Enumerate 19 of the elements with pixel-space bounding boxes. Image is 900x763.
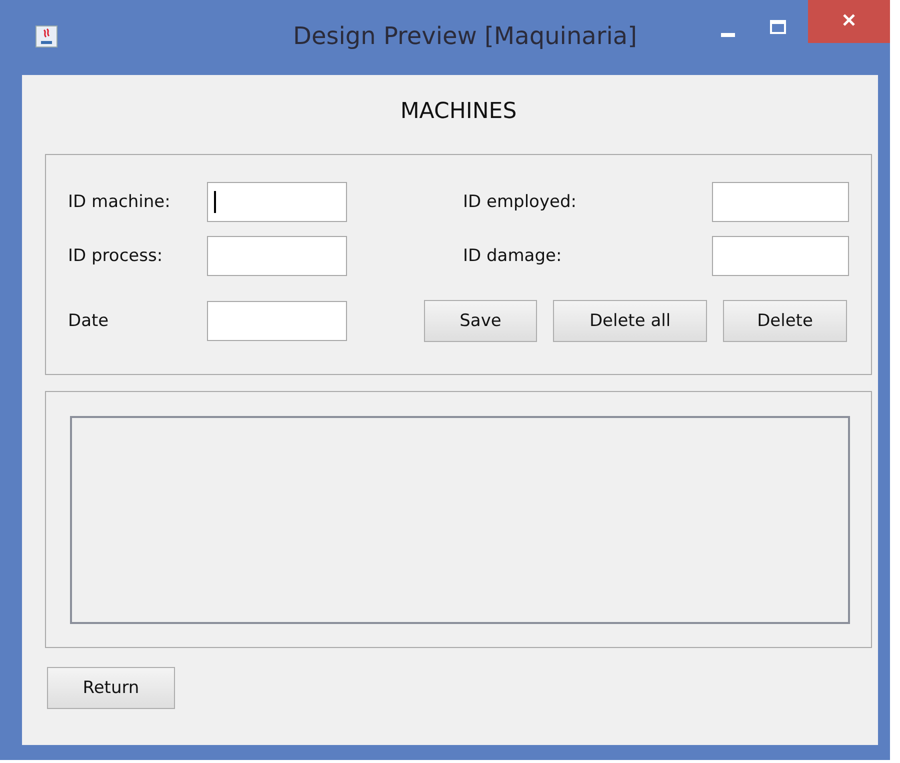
- action-button[interactable]: Delete: [723, 300, 847, 342]
- field-label: ID employed:: [463, 192, 578, 212]
- field-label: ID process:: [68, 246, 164, 266]
- field-label: ID damage:: [463, 246, 563, 266]
- action-button[interactable]: Save: [424, 300, 537, 342]
- input-field[interactable]: [712, 236, 849, 276]
- input-field[interactable]: [207, 182, 347, 222]
- window-title: Design Preview [Maquinaria]: [292, 22, 638, 50]
- field-label: Date: [68, 311, 110, 331]
- input-field[interactable]: [207, 236, 347, 276]
- return-button[interactable]: Return: [47, 667, 175, 709]
- field-label: ID machine:: [68, 192, 172, 212]
- input-field[interactable]: [712, 182, 849, 222]
- close-button[interactable]: [808, 0, 890, 43]
- app-icon: [35, 25, 58, 48]
- input-field[interactable]: [207, 301, 347, 341]
- action-button[interactable]: Delete all: [553, 300, 707, 342]
- form-heading: MACHINES: [400, 99, 517, 124]
- maximize-icon[interactable]: [770, 20, 786, 34]
